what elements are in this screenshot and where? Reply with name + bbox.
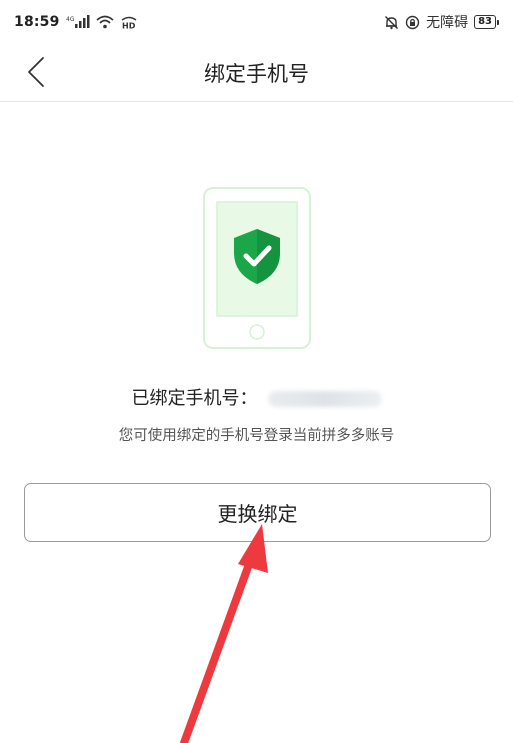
status-bar: 18:59 4G HD 无障碍 83 <box>0 0 513 44</box>
bell-off-icon <box>384 15 399 30</box>
login-hint-text: 您可使用绑定的手机号登录当前拼多多账号 <box>118 428 395 444</box>
bound-phone-line: 已绑定手机号： <box>0 384 513 410</box>
signal-icon: 4G <box>66 15 90 29</box>
nav-header: 绑定手机号 <box>0 44 513 102</box>
change-binding-button[interactable]: 更换绑定 <box>24 483 491 542</box>
status-right: 无障碍 83 <box>384 12 499 32</box>
masked-phone-number <box>267 391 382 407</box>
hd-icon: HD <box>120 15 138 29</box>
status-left: 18:59 4G HD <box>14 14 138 30</box>
status-time: 18:59 <box>14 14 60 30</box>
phone-shield-illustration <box>203 187 311 349</box>
battery-icon: 83 <box>474 15 499 29</box>
bound-phone-label: 已绑定手机号： <box>131 388 258 409</box>
network-label: 4G <box>66 16 75 23</box>
wifi-icon <box>95 15 114 29</box>
hd-label: HD <box>122 22 136 30</box>
annotation-arrow <box>180 524 268 743</box>
location-lock-icon <box>405 15 420 30</box>
accessibility-label: 无障碍 <box>426 15 469 31</box>
battery-level: 83 <box>474 15 496 29</box>
page-title: 绑定手机号 <box>204 61 309 86</box>
